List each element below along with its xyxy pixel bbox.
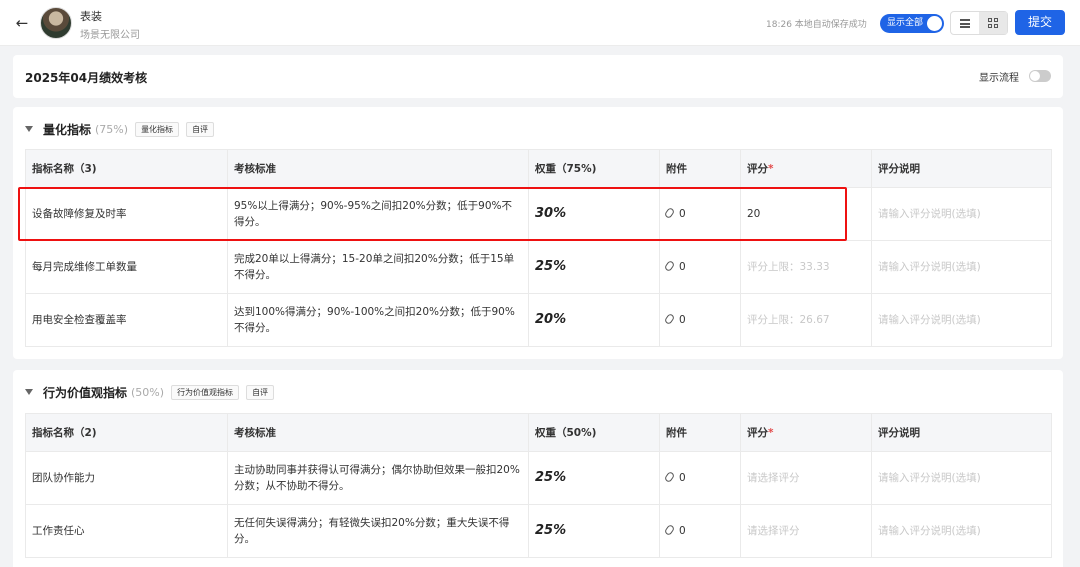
back-arrow-icon[interactable]: ← (12, 13, 32, 33)
top-bar: ← 表装 场景无限公司 18:26 本地自动保存成功 显示全部 提交 (0, 0, 1080, 46)
indicator-standard: 95%以上得满分；90%-95%之间扣20%分数；低于90%不得分。 (227, 187, 529, 241)
column-header: 评分说明 (871, 413, 1052, 452)
title-card: 2025年04月绩效考核 显示流程 (13, 55, 1063, 98)
section-title: 行为价值观指标 (43, 385, 128, 400)
show-flow-switch[interactable] (1029, 70, 1051, 82)
paperclip-icon (663, 312, 676, 326)
table-row: 用电安全检查覆盖率 达到100%得满分；90%-100%之间扣20%分数；低于9… (25, 293, 1052, 347)
score-note-input[interactable]: 请输入评分说明(选填) (871, 504, 1052, 558)
attachment-cell[interactable]: 0 (659, 293, 741, 347)
score-select[interactable]: 请选择评分 (740, 504, 872, 558)
attachment-count: 0 (679, 261, 686, 273)
section-tag: 行为价值观指标 (171, 384, 240, 400)
section-tag: 自评 (246, 384, 275, 400)
column-header: 附件 (659, 149, 741, 188)
column-header: 指标名称（2) (25, 413, 228, 452)
section-tag: 自评 (186, 121, 215, 137)
column-header: 考核标准 (227, 149, 529, 188)
column-header: 附件 (659, 413, 741, 452)
table-header-row: 指标名称（3) 考核标准 权重（75%) 附件 评分* 评分说明 (25, 149, 1052, 188)
attachment-count: 0 (679, 472, 686, 484)
indicator-weight: 25% (528, 504, 660, 558)
toggle-knob (927, 16, 942, 31)
indicator-name: 每月完成维修工单数量 (25, 240, 228, 294)
section-title: 量化指标 (43, 122, 92, 137)
attachment-cell[interactable]: 0 (659, 451, 741, 505)
score-note-input[interactable]: 请输入评分说明(选填) (871, 240, 1052, 294)
score-note-input[interactable]: 请输入评分说明(选填) (871, 451, 1052, 505)
score-note-input[interactable]: 请输入评分说明(选填) (871, 187, 1052, 241)
section-percent: (50%) (131, 385, 165, 399)
score-note-input[interactable]: 请输入评分说明(选填) (871, 293, 1052, 347)
section-header: 行为价值观指标 (50%) 行为价值观指标 自评 (25, 384, 275, 400)
indicator-standard: 完成20单以上得满分；15-20单之间扣20%分数；低于15单不得分。 (227, 240, 529, 294)
indicator-table: 指标名称（3) 考核标准 权重（75%) 附件 评分* 评分说明 设备故障修复及… (25, 149, 1052, 347)
user-name: 表装 (80, 10, 102, 23)
indicator-name: 设备故障修复及时率 (25, 187, 228, 241)
attachment-cell[interactable]: 0 (659, 187, 741, 241)
indicator-weight: 25% (528, 240, 660, 294)
indicator-standard: 无任何失误得满分；有轻微失误扣20%分数；重大失误不得分。 (227, 504, 529, 558)
list-view-button[interactable] (951, 12, 979, 34)
indicator-name: 团队协作能力 (25, 451, 228, 505)
score-header-label: 评分 (747, 427, 768, 439)
behavior-section: 行为价值观指标 (50%) 行为价值观指标 自评 指标名称（2) 考核标准 权重… (13, 370, 1063, 567)
paperclip-icon (663, 206, 676, 220)
table-row: 团队协作能力 主动协助同事并获得认可得满分；偶尔协助但效果一般扣20%分数；从不… (25, 451, 1052, 505)
indicator-standard: 主动协助同事并获得认可得满分；偶尔协助但效果一般扣20%分数；从不协助不得分。 (227, 451, 529, 505)
table-header-row: 指标名称（2) 考核标准 权重（50%) 附件 评分* 评分说明 (25, 413, 1052, 452)
table-row: 工作责任心 无任何失误得满分；有轻微失误扣20%分数；重大失误不得分。 25% … (25, 504, 1052, 558)
indicator-standard: 达到100%得满分；90%-100%之间扣20%分数；低于90%不得分。 (227, 293, 529, 347)
show-all-label: 显示全部 (887, 18, 924, 28)
attachment-count: 0 (679, 525, 686, 537)
list-view-icon (960, 18, 970, 28)
score-input[interactable]: 评分上限：26.67 (740, 293, 872, 347)
column-header: 评分说明 (871, 149, 1052, 188)
attachment-cell[interactable]: 0 (659, 240, 741, 294)
indicator-weight: 20% (528, 293, 660, 347)
view-mode-toggle (950, 11, 1008, 35)
indicator-name: 用电安全检查覆盖率 (25, 293, 228, 347)
grid-view-button[interactable] (979, 12, 1007, 34)
column-header: 指标名称（3) (25, 149, 228, 188)
company-name: 场景无限公司 (80, 30, 140, 41)
score-input[interactable]: 评分上限：33.33 (740, 240, 872, 294)
save-status: 18:26 本地自动保存成功 (766, 20, 867, 30)
indicator-name: 工作责任心 (25, 504, 228, 558)
indicator-table: 指标名称（2) 考核标准 权重（50%) 附件 评分* 评分说明 团队协作能力 … (25, 413, 1052, 558)
avatar (40, 7, 72, 39)
paperclip-icon (663, 470, 676, 484)
score-header-label: 评分 (747, 163, 768, 175)
column-header: 评分* (740, 413, 872, 452)
submit-button[interactable]: 提交 (1015, 10, 1065, 35)
section-header: 量化指标 (75%) 量化指标 自评 (25, 121, 215, 137)
section-tag: 量化指标 (135, 121, 180, 137)
score-select[interactable]: 请选择评分 (740, 451, 872, 505)
grid-view-icon (987, 17, 999, 29)
paperclip-icon (663, 523, 676, 537)
show-flow-label: 显示流程 (979, 73, 1019, 84)
attachment-cell[interactable]: 0 (659, 504, 741, 558)
table-row: 设备故障修复及时率 95%以上得满分；90%-95%之间扣20%分数；低于90%… (25, 187, 1052, 241)
score-input[interactable]: 20 (740, 187, 872, 241)
caret-down-icon[interactable] (25, 126, 33, 132)
caret-down-icon[interactable] (25, 389, 33, 395)
attachment-count: 0 (679, 208, 686, 220)
section-percent: (75%) (95, 122, 129, 136)
table-row: 每月完成维修工单数量 完成20单以上得满分；15-20单之间扣20%分数；低于1… (25, 240, 1052, 294)
indicator-weight: 30% (528, 187, 660, 241)
column-header: 考核标准 (227, 413, 529, 452)
required-mark: * (768, 163, 774, 175)
show-all-toggle[interactable]: 显示全部 (880, 14, 944, 33)
column-header: 评分* (740, 149, 872, 188)
indicator-weight: 25% (528, 451, 660, 505)
required-mark: * (768, 427, 774, 439)
attachment-count: 0 (679, 314, 686, 326)
column-header: 权重（75%) (528, 149, 660, 188)
page-title: 2025年04月绩效考核 (25, 71, 148, 85)
quantitative-section: 量化指标 (75%) 量化指标 自评 指标名称（3) 考核标准 权重（75%) … (13, 107, 1063, 359)
column-header: 权重（50%) (528, 413, 660, 452)
paperclip-icon (663, 259, 676, 273)
